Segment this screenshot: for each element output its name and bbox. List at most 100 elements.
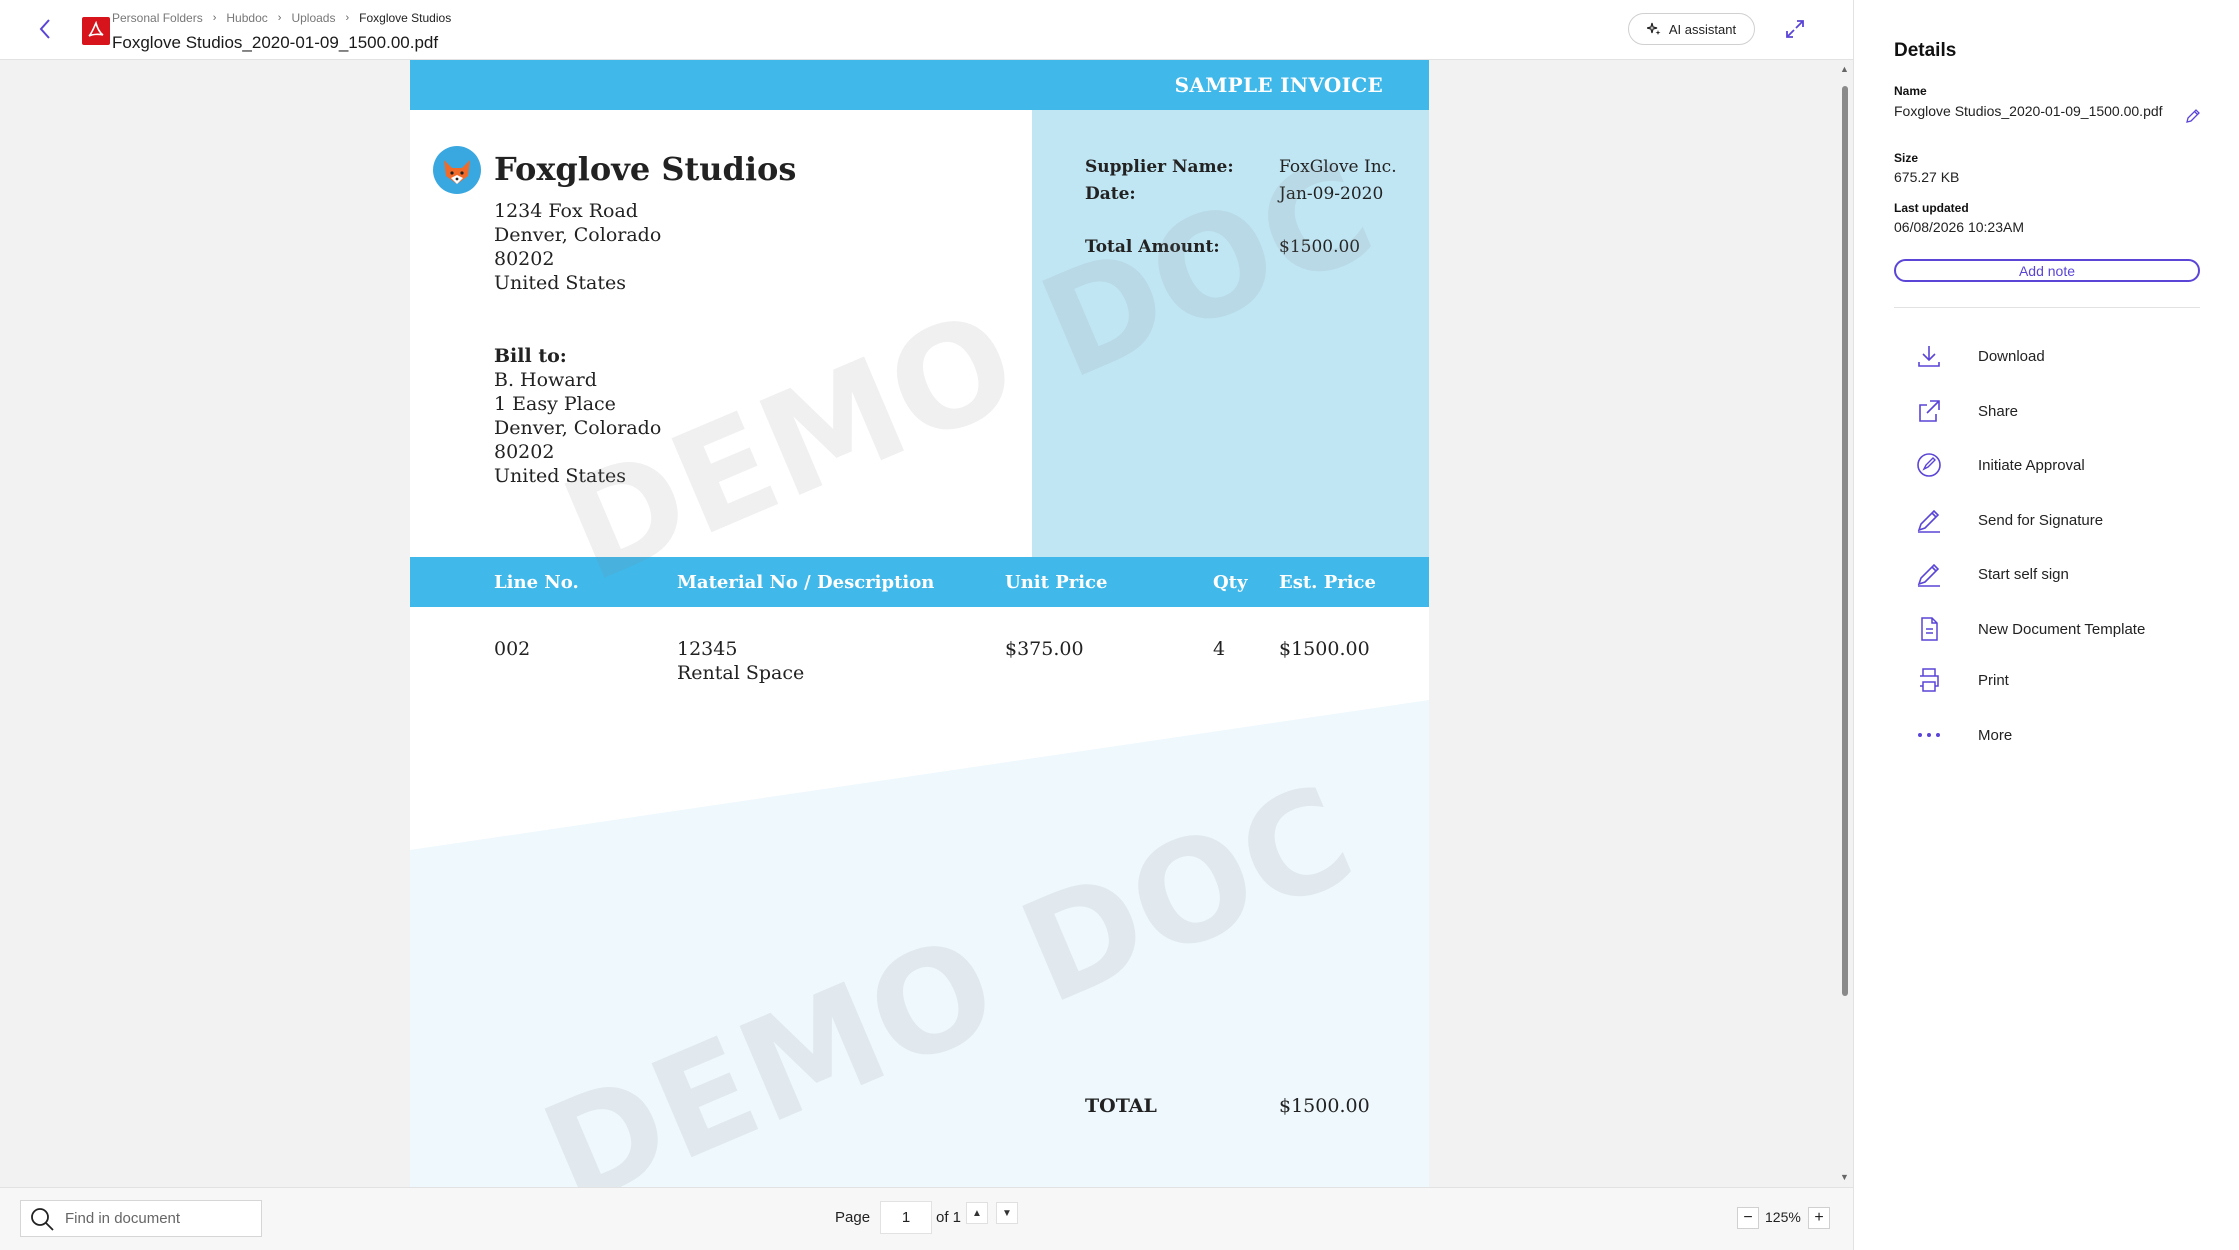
bill-to-address-line: Denver, Colorado [494,417,662,439]
name-value: Foxglove Studios_2020-01-09_1500.00.pdf [1894,103,2163,119]
invoice-summary-panel [1032,110,1429,557]
chevron-right-icon: › [277,12,282,24]
more-action[interactable]: More [1914,717,2194,753]
triangle-down-icon: ▼ [1002,1207,1012,1219]
company-address-line: 1234 Fox Road [494,200,638,222]
page-label: Page [835,1209,871,1226]
supplier-name-value: FoxGlove Inc. [1279,157,1397,177]
last-updated-value: 06/08/2026 10:23AM [1894,219,2024,235]
share-action[interactable]: Share [1914,393,2194,429]
date-label: Date: [1085,184,1136,204]
breadcrumb-uploads[interactable]: Uploads [291,11,335,25]
invoice-banner: SAMPLE INVOICE [410,60,1429,110]
action-label: Start self sign [1978,565,2069,583]
details-title: Details [1894,40,1957,61]
bill-to-address-line: B. Howard [494,369,597,391]
more-dots-icon [1914,720,1944,750]
name-label: Name [1894,84,1927,98]
expand-fullscreen-button[interactable] [1782,16,1808,42]
zoom-in-button[interactable]: + [1808,1207,1830,1229]
date-value: Jan-09-2020 [1279,184,1384,204]
document-canvas[interactable]: SAMPLE INVOICE Foxglove Studios 1234 Fox… [0,60,1853,1187]
last-updated-label: Last updated [1894,201,1969,215]
bill-to-label: Bill to: [494,345,567,367]
breadcrumb: Personal Folders › Hubdoc › Uploads › Fo… [112,11,451,25]
previous-page-button[interactable]: ▲ [966,1202,988,1224]
scroll-down-arrow[interactable]: ▼ [1840,1172,1849,1182]
zoom-out-button[interactable]: − [1737,1207,1759,1229]
description-cell: Rental Space [677,662,805,684]
viewer-header: Personal Folders › Hubdoc › Uploads › Fo… [0,0,1853,60]
total-amount-value: $1500.00 [1279,237,1361,257]
page-number-input[interactable] [880,1201,932,1234]
chevron-left-icon [39,19,50,39]
bill-to-address-line: 1 Easy Place [494,393,616,415]
fox-logo-icon [433,146,481,194]
edit-name-button[interactable] [2184,107,2204,127]
add-note-button[interactable]: Add note [1894,259,2200,282]
action-label: Initiate Approval [1978,456,2085,474]
zoom-level: 125% [1765,1209,1801,1225]
line-no-cell: 002 [494,638,531,660]
invoice-total-value: $1500.00 [1279,1095,1370,1117]
viewer-toolbar: Page of 1 ▲ ▼ − 125% + [0,1187,1853,1250]
download-action[interactable]: Download [1914,338,2194,374]
breadcrumb-current-folder: Foxglove Studios [359,11,452,25]
print-action[interactable]: Print [1914,662,2194,698]
details-divider [1894,307,2200,308]
breadcrumb-hubdoc[interactable]: Hubdoc [226,11,267,25]
est-price-cell: $1500.00 [1279,638,1370,660]
column-header-est-price: Est. Price [1279,572,1376,593]
qty-cell: 4 [1213,638,1226,660]
printer-icon [1914,665,1944,695]
company-address-line: 80202 [494,248,555,270]
ai-assistant-label: AI assistant [1668,21,1737,37]
column-header-qty: Qty [1213,572,1248,593]
initiate-approval-action[interactable]: Initiate Approval [1914,447,2194,483]
size-label: Size [1894,151,1919,165]
scroll-up-arrow[interactable]: ▲ [1840,64,1849,74]
invoice-banner-title: SAMPLE INVOICE [1174,73,1383,97]
action-label: Print [1978,671,2009,689]
action-label: New Document Template [1978,620,2146,638]
bill-to-address-line: 80202 [494,441,555,463]
send-for-signature-action[interactable]: Send for Signature [1914,502,2194,538]
supplier-name-label: Supplier Name: [1085,157,1234,177]
company-address-line: United States [494,272,627,294]
triangle-up-icon: ▲ [972,1207,982,1219]
document-template-icon [1914,614,1944,644]
start-self-sign-action[interactable]: Start self sign [1914,556,2194,592]
page-background-tint [410,700,1429,1187]
new-document-template-action[interactable]: New Document Template [1914,611,2194,647]
find-in-document-input[interactable] [65,1210,245,1227]
next-page-button[interactable]: ▼ [996,1202,1018,1224]
pdf-file-icon [82,17,110,45]
file-title: Foxglove Studios_2020-01-09_1500.00.pdf [112,33,439,52]
details-panel: Details Name Foxglove Studios_2020-01-09… [1853,0,2239,1250]
vertical-scrollbar-thumb[interactable] [1842,86,1848,996]
back-button[interactable] [30,14,60,44]
column-header-description: Material No / Description [677,572,935,593]
approval-icon [1914,450,1944,480]
document-viewer-app: Personal Folders › Hubdoc › Uploads › Fo… [0,0,2239,1250]
bill-to-address-line: United States [494,465,627,487]
find-in-document-box[interactable] [20,1200,262,1237]
action-label: Share [1978,402,2019,420]
line-items-header: Line No. Material No / Description Unit … [410,557,1429,607]
search-icon [31,1207,54,1231]
chevron-right-icon: › [345,12,350,24]
minus-icon: − [1743,1209,1753,1226]
unit-price-cell: $375.00 [1005,638,1084,660]
signature-pen-icon [1914,505,1944,535]
column-header-line-no: Line No. [494,572,579,593]
page-count: of 1 [936,1209,962,1226]
ai-assistant-button[interactable]: AI assistant [1628,13,1755,45]
invoice-total-label: TOTAL [1085,1095,1157,1117]
breadcrumb-personal-folders[interactable]: Personal Folders [112,11,203,25]
sparkle-icon [1646,22,1661,35]
action-label: Send for Signature [1978,511,2104,529]
material-no-cell: 12345 [677,638,738,660]
download-icon [1914,341,1944,371]
size-value: 675.27 KB [1894,169,1960,185]
expand-icon [1786,20,1804,38]
